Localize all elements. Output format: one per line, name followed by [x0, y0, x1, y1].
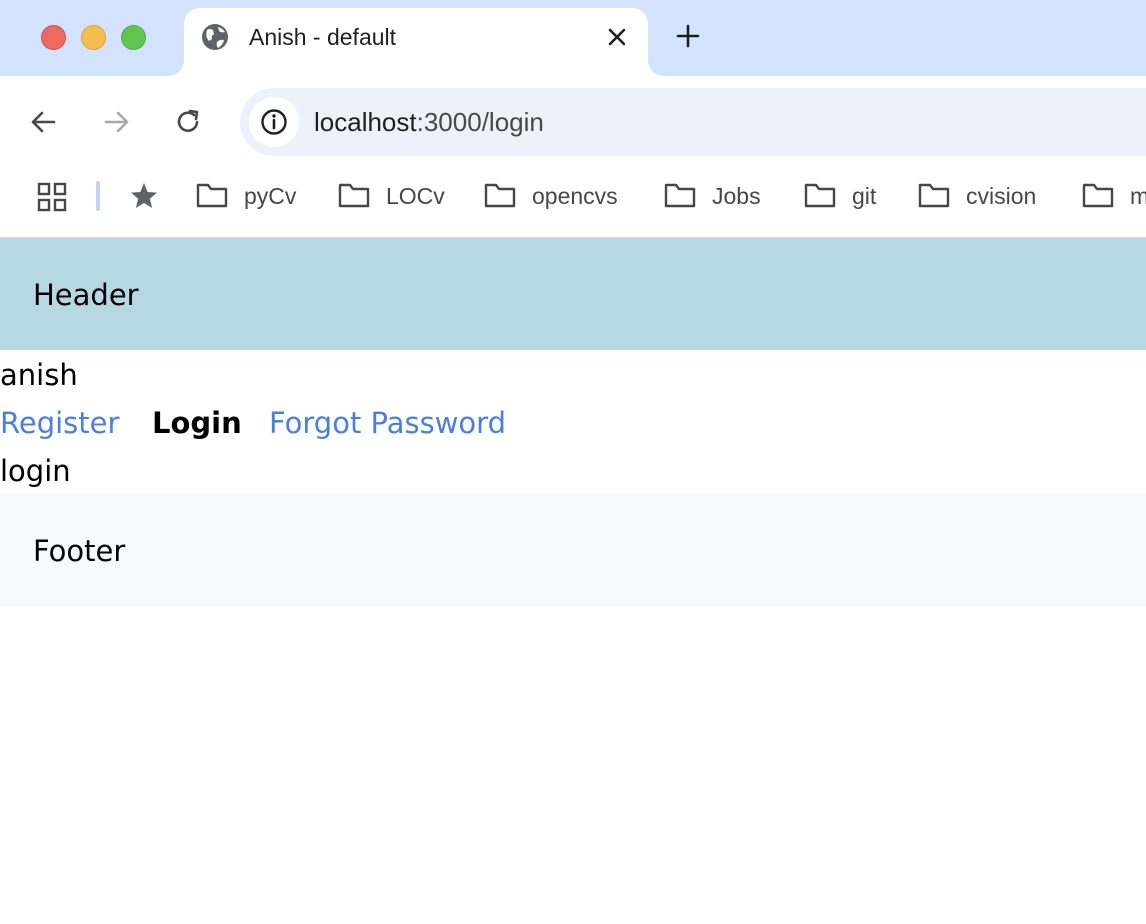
bookmark-m[interactable]: m [1082, 180, 1146, 212]
browser-toolbar: localhost:3000/login [0, 76, 1146, 168]
browser-window: Anish - default localhost:3000/login pyC… [0, 0, 1146, 924]
bookmark-label: cvision [966, 183, 1037, 209]
folder-icon [338, 183, 370, 208]
close-window-button[interactable] [41, 25, 66, 50]
bookmark-label: opencvs [532, 183, 618, 209]
bookmarks-bar: pyCv LOCv opencvs Jobs git cvision m [0, 168, 1146, 238]
register-link[interactable]: Register [0, 406, 119, 440]
url-text[interactable]: localhost:3000/login [314, 106, 544, 138]
route-content: login [0, 454, 71, 488]
tab-strip: Anish - default [0, 0, 1146, 76]
folder-icon [918, 183, 950, 208]
minimize-window-button[interactable] [81, 25, 106, 50]
login-link[interactable]: Login [152, 406, 242, 440]
address-bar[interactable]: localhost:3000/login [240, 88, 1146, 156]
star-icon[interactable] [128, 180, 160, 212]
site-info-button[interactable] [249, 97, 299, 147]
site-footer: Footer [0, 494, 1146, 606]
folder-icon [804, 183, 836, 208]
forgot-password-link[interactable]: Forgot Password [269, 406, 506, 440]
bookmark-label: pyCv [244, 183, 297, 209]
folder-icon [1082, 183, 1114, 208]
folder-icon [484, 183, 516, 208]
bookmark-label: Jobs [712, 183, 761, 209]
forward-arrow-icon[interactable] [100, 106, 132, 138]
page-content: Header anish Register Login Forgot Passw… [0, 238, 1146, 924]
bookmarks-divider [96, 181, 100, 211]
url-path: :3000/login [416, 107, 544, 137]
info-icon [261, 109, 287, 135]
bookmark-label: m [1130, 183, 1146, 209]
username-text: anish [0, 358, 78, 392]
url-host: localhost [314, 107, 417, 137]
folder-icon [196, 183, 228, 208]
folder-icon [664, 183, 696, 208]
footer-text: Footer [33, 534, 126, 568]
site-header: Header [0, 238, 1146, 350]
back-arrow-icon[interactable] [28, 106, 60, 138]
bookmark-label: LOCv [386, 183, 445, 209]
reload-icon[interactable] [172, 106, 204, 138]
maximize-window-button[interactable] [121, 25, 146, 50]
bookmark-label: git [852, 183, 877, 209]
tab-title: Anish - default [249, 24, 397, 50]
browser-tab[interactable]: Anish - default [184, 8, 648, 76]
header-text: Header [33, 278, 139, 312]
close-tab-icon[interactable] [604, 24, 630, 50]
apps-grid-icon[interactable] [36, 181, 68, 213]
globe-icon [202, 24, 228, 50]
new-tab-icon[interactable] [674, 22, 702, 50]
